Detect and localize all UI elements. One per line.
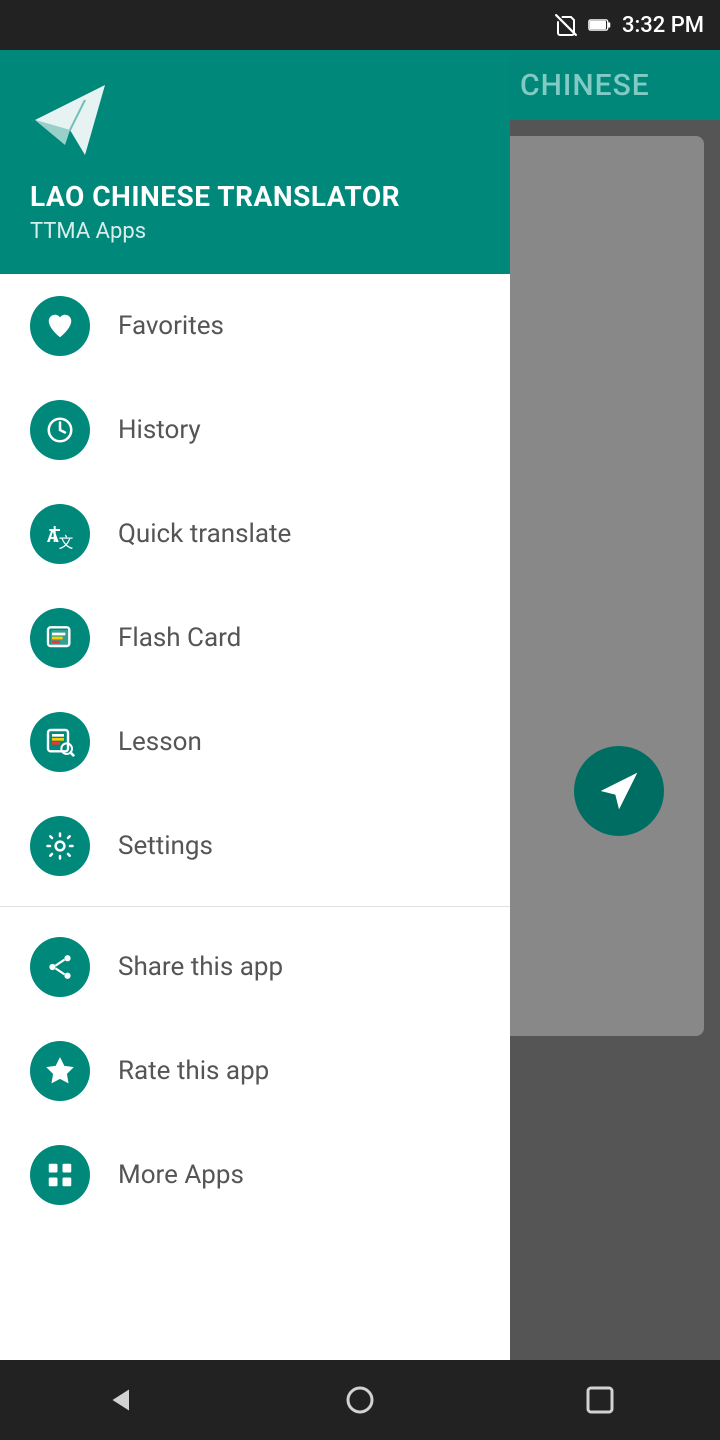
menu-item-settings[interactable]: Settings [0, 794, 510, 898]
home-icon [342, 1382, 378, 1418]
share-icon-circle [30, 937, 90, 997]
app-sub-name: TTMA Apps [30, 219, 480, 244]
settings-icon-circle [30, 816, 90, 876]
lesson-icon-circle [30, 712, 90, 772]
translate-icon: A 文 [44, 518, 76, 550]
flash-card-icon-circle [30, 608, 90, 668]
recent-button[interactable] [570, 1370, 630, 1430]
back-button[interactable] [90, 1370, 150, 1430]
navigation-drawer: LAO CHINESE TRANSLATOR TTMA Apps Favorit… [0, 50, 510, 1440]
drawer-header: LAO CHINESE TRANSLATOR TTMA Apps [0, 50, 510, 274]
rate-label: Rate this app [118, 1056, 269, 1086]
more-apps-label: More Apps [118, 1160, 244, 1190]
grid-icon [45, 1160, 75, 1190]
settings-label: Settings [118, 831, 213, 861]
menu-divider [0, 906, 510, 907]
flash-card-label: Flash Card [118, 623, 241, 653]
lesson-label: Lesson [118, 727, 202, 757]
history-icon-circle [30, 400, 90, 460]
send-icon [597, 769, 641, 813]
drawer-logo [30, 80, 480, 160]
bottom-navigation [0, 1360, 720, 1440]
menu-item-quick-translate[interactable]: A 文 Quick translate [0, 482, 510, 586]
favorites-label: Favorites [118, 311, 224, 341]
home-button[interactable] [330, 1370, 390, 1430]
favorites-icon-circle [30, 296, 90, 356]
flashcard-icon [44, 622, 76, 654]
status-time: 3:32 PM [622, 13, 704, 38]
svg-text:文: 文 [59, 534, 74, 550]
lesson-icon [44, 726, 76, 758]
recent-icon [582, 1382, 618, 1418]
bg-top-title: CHINESE [520, 68, 650, 103]
clock-icon [45, 415, 75, 445]
quick-translate-icon-circle: A 文 [30, 504, 90, 564]
menu-item-lesson[interactable]: Lesson [0, 690, 510, 794]
rate-icon-circle [30, 1041, 90, 1101]
share-icon [45, 952, 75, 982]
menu-item-favorites[interactable]: Favorites [0, 274, 510, 378]
quick-translate-label: Quick translate [118, 519, 291, 549]
share-label: Share this app [118, 952, 283, 982]
drawer-menu: Favorites History A 文 Quick [0, 274, 510, 1440]
bg-send-button[interactable] [574, 746, 664, 836]
star-icon [45, 1056, 75, 1086]
status-bar: 3:32 PM [0, 0, 720, 50]
heart-icon [45, 311, 75, 341]
battery-icon [588, 13, 612, 37]
back-icon [102, 1382, 138, 1418]
app-logo-icon [30, 80, 110, 160]
menu-item-more-apps[interactable]: More Apps [0, 1123, 510, 1227]
more-apps-icon-circle [30, 1145, 90, 1205]
app-name: LAO CHINESE TRANSLATOR [30, 180, 480, 213]
sim-off-icon [554, 13, 578, 37]
gear-icon [45, 831, 75, 861]
menu-item-flash-card[interactable]: Flash Card [0, 586, 510, 690]
menu-item-share[interactable]: Share this app [0, 915, 510, 1019]
history-label: History [118, 415, 201, 445]
status-icons: 3:32 PM [554, 13, 704, 38]
menu-item-history[interactable]: History [0, 378, 510, 482]
menu-item-rate[interactable]: Rate this app [0, 1019, 510, 1123]
